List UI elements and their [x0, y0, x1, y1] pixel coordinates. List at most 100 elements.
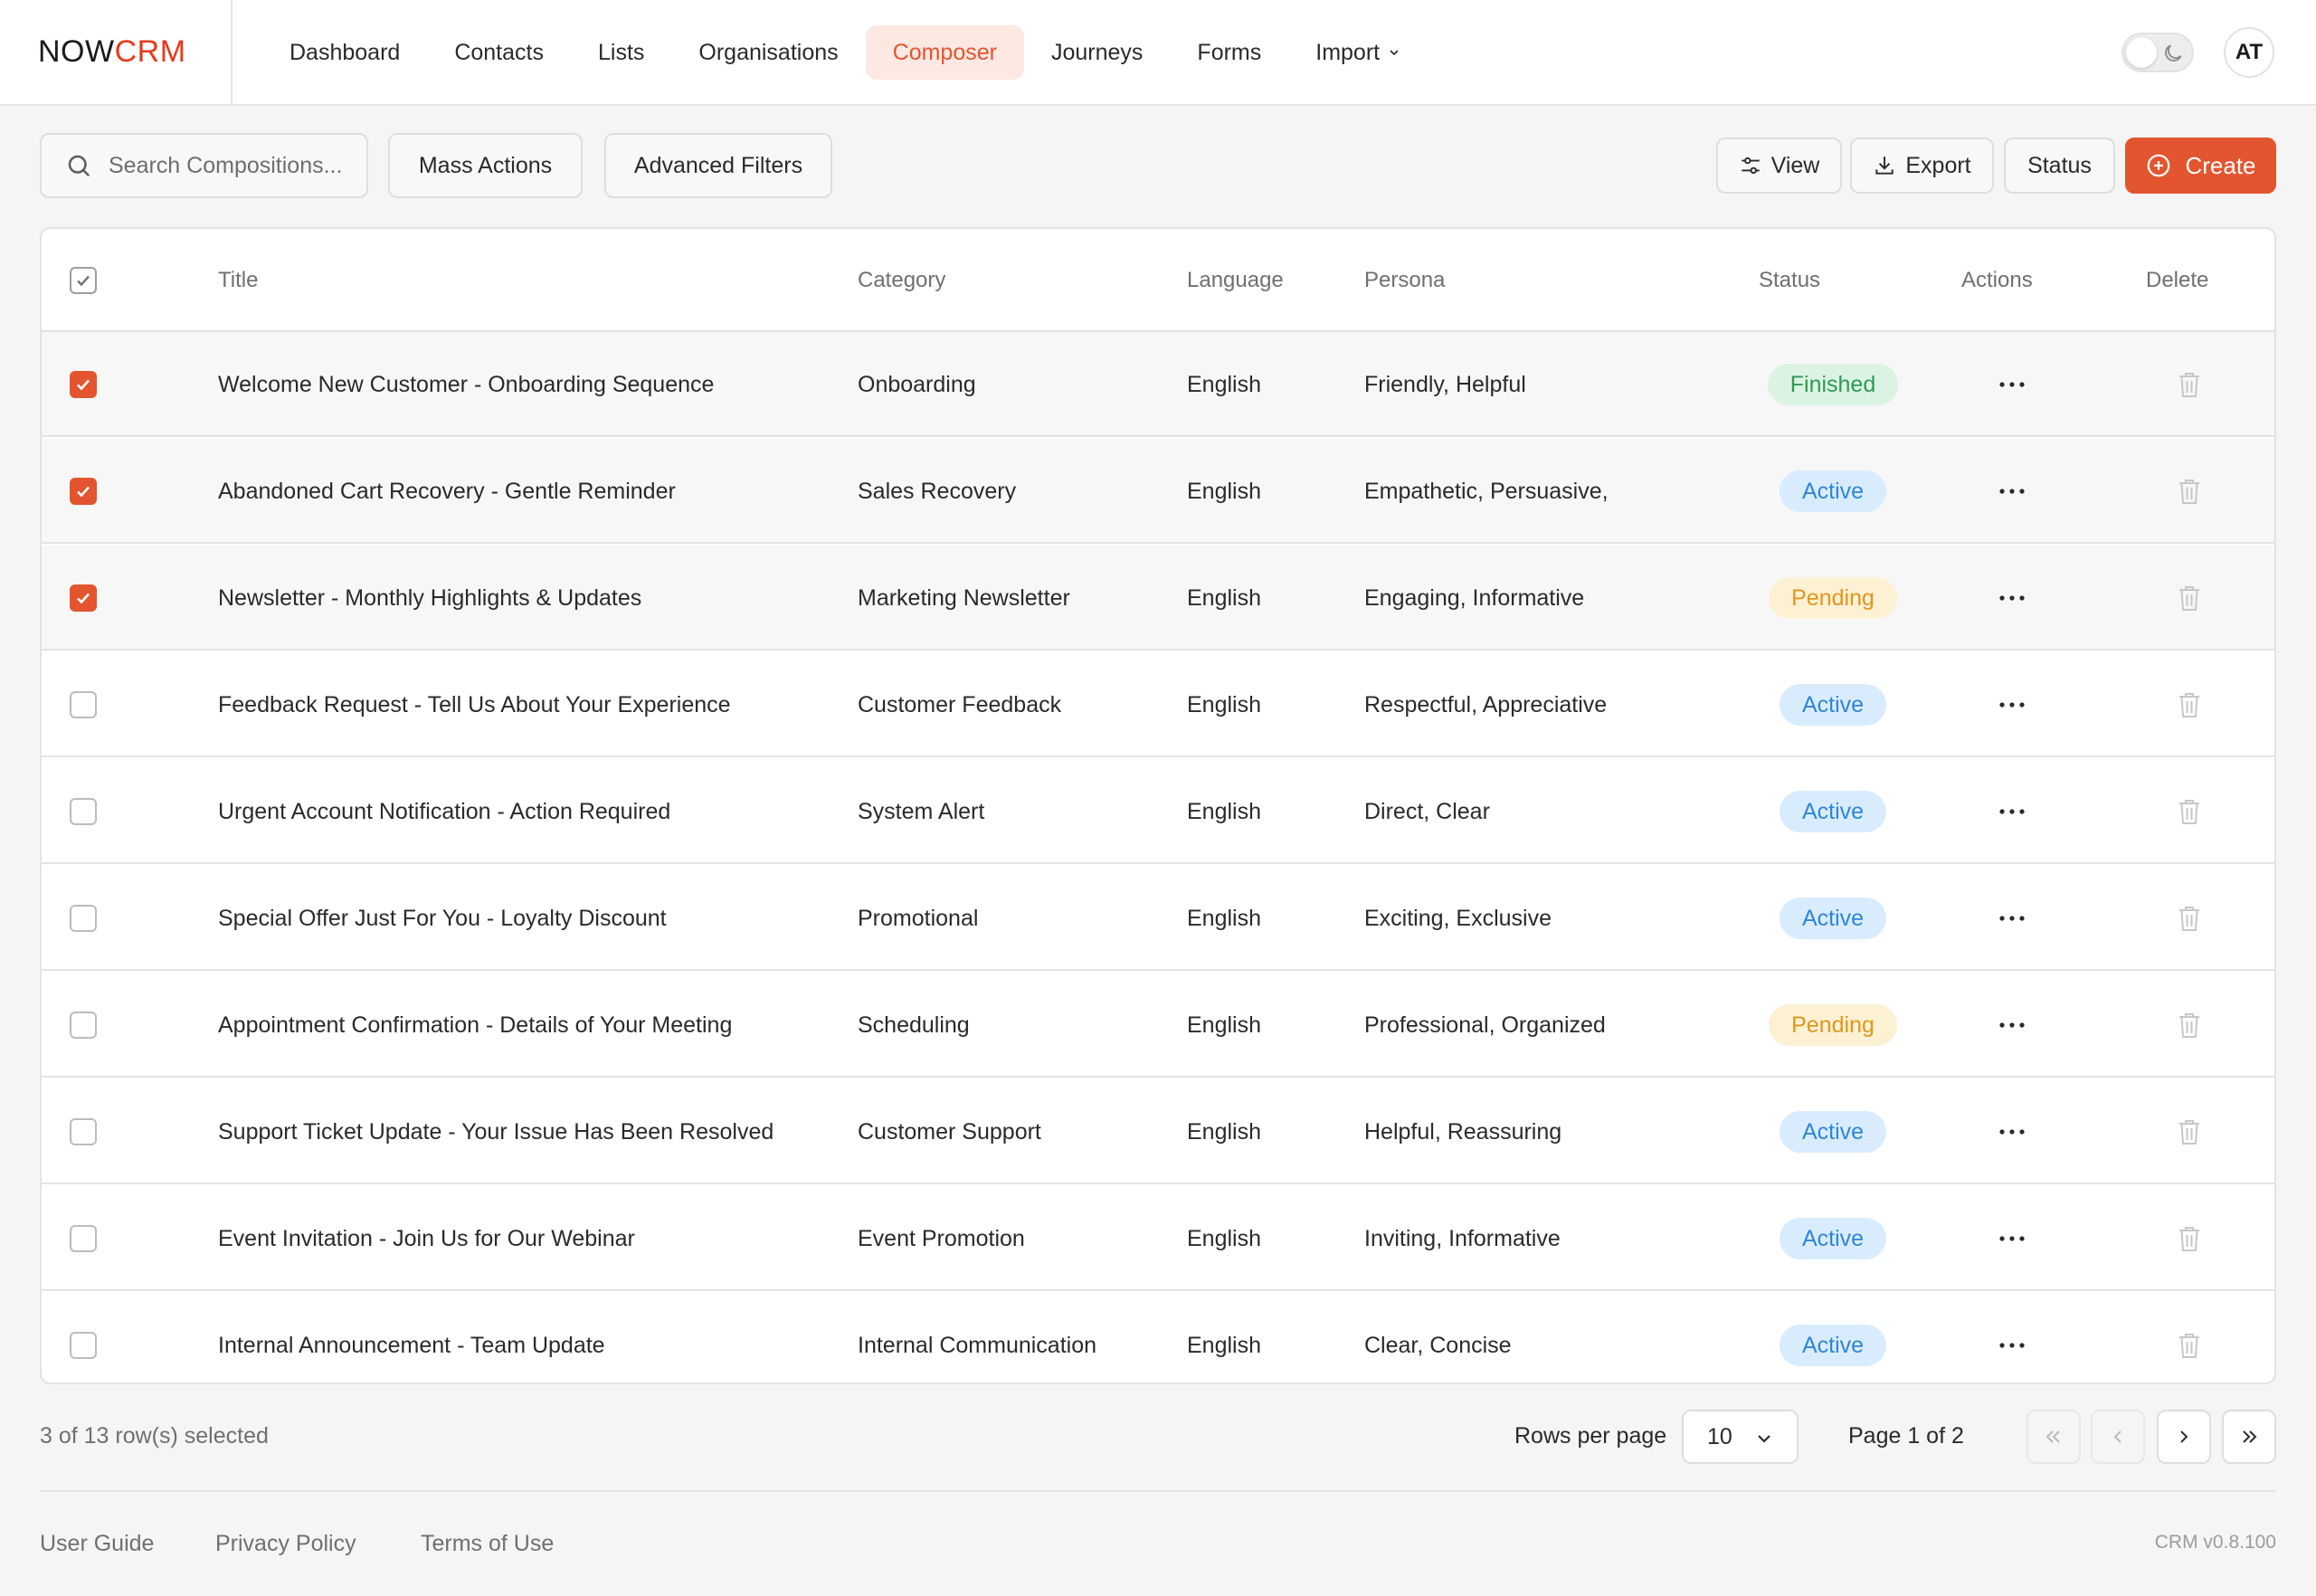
- row-title[interactable]: Appointment Confirmation - Details of Yo…: [218, 973, 732, 1078]
- download-icon: [1875, 157, 1894, 175]
- row-title[interactable]: Newsletter - Monthly Highlights & Update…: [218, 546, 641, 651]
- nav-item-journeys[interactable]: Journeys: [1024, 25, 1170, 80]
- more-horizontal-icon: [1999, 702, 2025, 708]
- row-title[interactable]: Support Ticket Update - Your Issue Has B…: [218, 1079, 774, 1184]
- table-row[interactable]: Event Invitation - Join Us for Our Webin…: [42, 1186, 2274, 1291]
- row-actions-button[interactable]: [1987, 866, 2037, 971]
- row-title[interactable]: Special Offer Just For You - Loyalty Dis…: [218, 866, 667, 971]
- app-logo[interactable]: NOWCRM: [38, 34, 186, 70]
- row-title[interactable]: Urgent Account Notification - Action Req…: [218, 759, 670, 864]
- row-checkbox[interactable]: [70, 1012, 97, 1039]
- row-delete-button[interactable]: [2164, 1293, 2215, 1382]
- row-persona: Professional, Organized: [1364, 1012, 1606, 1038]
- view-button[interactable]: View: [1716, 138, 1842, 194]
- row-language: English: [1187, 1118, 1261, 1145]
- table-row[interactable]: Support Ticket Update - Your Issue Has B…: [42, 1079, 2274, 1184]
- check-icon: [77, 379, 90, 391]
- row-delete-button[interactable]: [2164, 652, 2215, 757]
- previous-page-button[interactable]: [2091, 1410, 2145, 1464]
- row-actions-button[interactable]: [1987, 1079, 2037, 1184]
- row-delete-button[interactable]: [2164, 866, 2215, 971]
- rows-per-page-select[interactable]: 10: [1682, 1410, 1799, 1464]
- row-actions-button[interactable]: [1987, 1293, 2037, 1382]
- row-status-cell: Pending: [1652, 546, 2014, 651]
- row-checkbox[interactable]: [70, 691, 97, 718]
- mass-actions-button[interactable]: Mass Actions: [388, 133, 583, 198]
- header-language[interactable]: Language: [1187, 229, 1284, 332]
- status-badge: Pending: [1769, 1004, 1897, 1046]
- row-actions-button[interactable]: [1987, 439, 2037, 544]
- user-guide-link[interactable]: User Guide: [40, 1531, 154, 1557]
- row-title[interactable]: Feedback Request - Tell Us About Your Ex…: [218, 652, 731, 757]
- table-row[interactable]: Feedback Request - Tell Us About Your Ex…: [42, 652, 2274, 757]
- create-button[interactable]: Create: [2125, 138, 2276, 194]
- row-title[interactable]: Event Invitation - Join Us for Our Webin…: [218, 1186, 635, 1291]
- header-persona[interactable]: Persona: [1364, 229, 1445, 332]
- export-button[interactable]: Export: [1850, 138, 1994, 194]
- row-checkbox[interactable]: [70, 1225, 97, 1252]
- row-category: Sales Recovery: [858, 478, 1017, 504]
- more-horizontal-icon: [1999, 1129, 2025, 1135]
- row-actions-button[interactable]: [1987, 332, 2037, 437]
- row-delete-button[interactable]: [2164, 759, 2215, 864]
- trash-icon: [2179, 373, 2199, 397]
- table-row[interactable]: Urgent Account Notification - Action Req…: [42, 759, 2274, 864]
- check-icon: [77, 486, 90, 498]
- table-row[interactable]: Internal Announcement - Team Update Inter…: [42, 1293, 2274, 1382]
- nav-item-composer[interactable]: Composer: [865, 25, 1024, 80]
- nav-item-import[interactable]: Import: [1288, 25, 1427, 80]
- first-page-button[interactable]: [2026, 1410, 2081, 1464]
- advanced-filters-button[interactable]: Advanced Filters: [604, 133, 832, 198]
- logo-container: NOWCRM: [0, 0, 233, 106]
- last-page-button[interactable]: [2222, 1410, 2276, 1464]
- row-checkbox[interactable]: [70, 1332, 97, 1359]
- select-all-checkbox[interactable]: [70, 267, 97, 294]
- row-actions-button[interactable]: [1987, 973, 2037, 1078]
- row-actions-button[interactable]: [1987, 546, 2037, 651]
- nav-item-forms[interactable]: Forms: [1170, 25, 1288, 80]
- row-actions-button[interactable]: [1987, 759, 2037, 864]
- row-checkbox[interactable]: [70, 584, 97, 612]
- row-delete-button[interactable]: [2164, 1079, 2215, 1184]
- row-checkbox[interactable]: [70, 371, 97, 398]
- row-title[interactable]: Abandoned Cart Recovery - Gentle Reminde…: [218, 439, 676, 544]
- nav-item-organisations[interactable]: Organisations: [671, 25, 865, 80]
- row-actions-button[interactable]: [1987, 652, 2037, 757]
- row-title[interactable]: Internal Announcement - Team Update: [218, 1293, 605, 1382]
- table-row[interactable]: Special Offer Just For You - Loyalty Dis…: [42, 866, 2274, 971]
- nav-item-lists[interactable]: Lists: [571, 25, 671, 80]
- theme-toggle[interactable]: [2121, 33, 2194, 72]
- compositions-table: Title Category Language Persona Status A…: [40, 227, 2276, 1384]
- nav-item-contacts[interactable]: Contacts: [427, 25, 571, 80]
- row-checkbox[interactable]: [70, 478, 97, 505]
- nav-item-dashboard[interactable]: Dashboard: [262, 25, 427, 80]
- search-input[interactable]: [109, 152, 371, 179]
- table-row[interactable]: Welcome New Customer - Onboarding Sequen…: [42, 332, 2274, 437]
- row-delete-button[interactable]: [2164, 1186, 2215, 1291]
- table-row[interactable]: Abandoned Cart Recovery - Gentle Reminde…: [42, 439, 2274, 544]
- row-delete-button[interactable]: [2164, 332, 2215, 437]
- row-checkbox[interactable]: [70, 1118, 97, 1145]
- header-category[interactable]: Category: [858, 229, 945, 332]
- row-checkbox[interactable]: [70, 798, 97, 825]
- row-title[interactable]: Welcome New Customer - Onboarding Sequen…: [218, 332, 714, 437]
- next-page-button[interactable]: [2157, 1410, 2211, 1464]
- row-delete-button[interactable]: [2164, 973, 2215, 1078]
- header-status[interactable]: Status: [1759, 229, 1820, 332]
- row-language: English: [1187, 905, 1261, 931]
- status-badge: Pending: [1769, 577, 1897, 619]
- chevron-right-icon: [2180, 1430, 2188, 1443]
- trash-icon: [2179, 907, 2199, 931]
- user-avatar[interactable]: AT: [2224, 27, 2274, 78]
- row-delete-button[interactable]: [2164, 439, 2215, 544]
- row-delete-button[interactable]: [2164, 546, 2215, 651]
- nav-item-label: Import: [1315, 39, 1381, 65]
- header-title[interactable]: Title: [218, 229, 258, 332]
- table-row[interactable]: Newsletter - Monthly Highlights & Update…: [42, 546, 2274, 651]
- row-actions-button[interactable]: [1987, 1186, 2037, 1291]
- row-checkbox[interactable]: [70, 905, 97, 932]
- terms-of-use-link[interactable]: Terms of Use: [421, 1531, 554, 1557]
- status-button[interactable]: Status: [2004, 138, 2115, 194]
- privacy-policy-link[interactable]: Privacy Policy: [215, 1531, 356, 1557]
- table-row[interactable]: Appointment Confirmation - Details of Yo…: [42, 973, 2274, 1078]
